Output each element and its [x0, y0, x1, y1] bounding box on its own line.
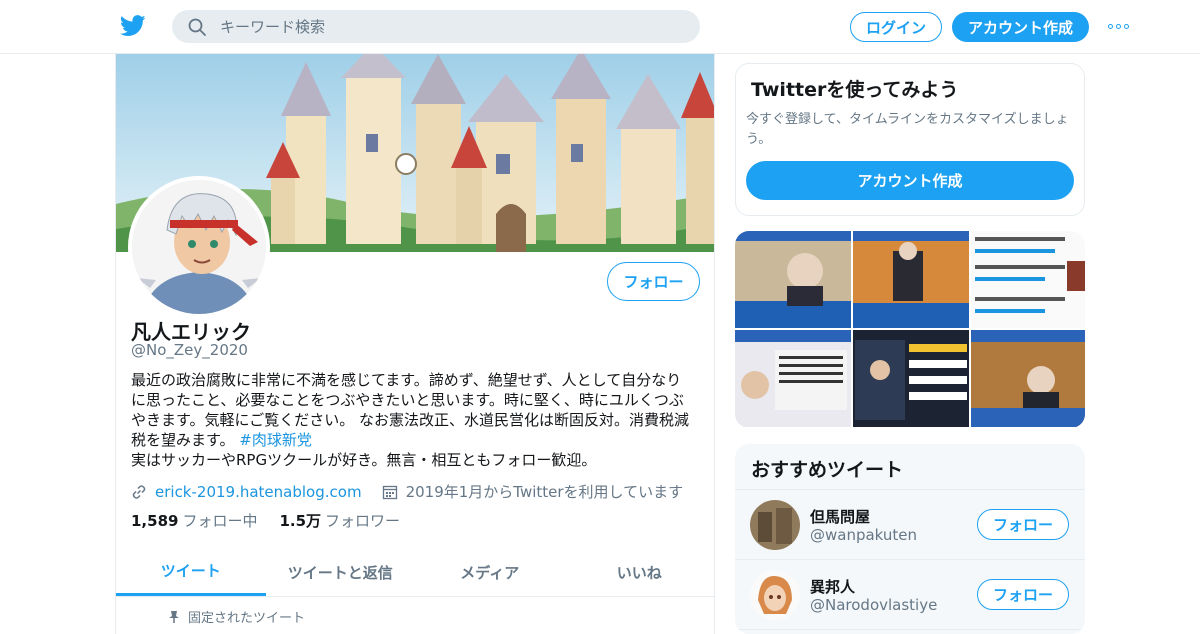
- following-label: フォロー中: [182, 512, 258, 530]
- profile-meta: erick-2019.hatenablog.com 2019年1月からTwitt…: [131, 481, 683, 502]
- recommended-name: 但馬問屋: [810, 508, 871, 526]
- pinned-text: 固定されたツイート: [188, 611, 306, 626]
- followers-stat[interactable]: 1.5万 フォロワー: [279, 510, 400, 531]
- tab-tweets[interactable]: ツイート: [116, 548, 266, 596]
- signup-card-button[interactable]: アカウント作成: [746, 161, 1074, 200]
- followers-count: 1.5万: [279, 512, 322, 530]
- recommended-name: 異邦人: [810, 578, 856, 596]
- media-thumbnail[interactable]: [735, 231, 851, 328]
- joined-date: 2019年1月からTwitterを利用しています: [405, 483, 684, 501]
- pinned-tweet-label: 固定されたツイート: [168, 607, 305, 626]
- recommended-follow-button[interactable]: フォロー: [977, 579, 1069, 610]
- media-thumbnail[interactable]: [853, 231, 969, 328]
- hashtag-link[interactable]: #肉球新党: [239, 431, 312, 449]
- recommended-item[interactable]: 但馬問屋 @wanpakuten フォロー: [735, 490, 1085, 560]
- profile-bio: 最近の政治腐敗に非常に不満を感じてます。諦めず、絶望せず、人として自分なり に思…: [131, 370, 696, 470]
- profile-stats: 1,589 フォロー中 1.5万 フォロワー: [131, 510, 400, 531]
- signup-card: Twitterを使ってみよう 今すぐ登録して、タイムラインをカスタマイズしましょ…: [735, 63, 1085, 216]
- following-count: 1,589: [131, 512, 179, 530]
- media-thumbnail[interactable]: [971, 330, 1085, 427]
- following-stat[interactable]: 1,589 フォロー中: [131, 510, 257, 531]
- login-button[interactable]: ログイン: [850, 12, 942, 42]
- recommended-title: おすすめツイート: [735, 444, 1085, 490]
- recommended-follow-button[interactable]: フォロー: [977, 509, 1069, 540]
- twitter-bird-icon[interactable]: [120, 14, 146, 38]
- bio-text: 税を望みます。: [131, 431, 235, 449]
- recommended-handle: @wanpakuten: [810, 526, 918, 544]
- top-navigation-bar: ログイン アカウント作成: [0, 0, 1200, 54]
- recommended-handle: @Narodovlastiye: [810, 596, 938, 614]
- tab-media[interactable]: メディア: [415, 548, 565, 596]
- profile-handle: @No_Zey_2020: [131, 341, 248, 359]
- website-link[interactable]: erick-2019.hatenablog.com: [155, 483, 362, 501]
- recommended-avatar[interactable]: [750, 570, 800, 620]
- signup-button[interactable]: アカウント作成: [952, 12, 1089, 42]
- link-icon: [132, 484, 146, 499]
- profile-avatar[interactable]: [128, 176, 270, 318]
- recommended-tweets: おすすめツイート 但馬問屋 @wanpakuten フォロー 異邦人 @Naro…: [735, 444, 1085, 634]
- follow-button[interactable]: フォロー: [607, 262, 700, 301]
- calendar-icon: [382, 485, 397, 499]
- bio-line: 実はサッカーやRPGツクールが好き。無言・相互ともフォロー歓迎。: [131, 451, 597, 469]
- search-input[interactable]: [220, 17, 680, 36]
- bio-line: 税を望みます。 #肉球新党: [131, 430, 696, 450]
- media-thumbnail[interactable]: [971, 231, 1085, 328]
- sidebar: Twitterを使ってみよう 今すぐ登録して、タイムラインをカスタマイズしましょ…: [735, 63, 1085, 216]
- recommended-avatar[interactable]: [750, 500, 800, 550]
- search-icon: [188, 18, 206, 36]
- bio-line: に思ったこと、必要なことをつぶやきたいと思います。時に堅く、時にユルくつぶ: [131, 391, 684, 409]
- tab-tweets-and-replies[interactable]: ツイートと返信: [266, 548, 416, 596]
- media-thumbnail[interactable]: [853, 330, 969, 427]
- tab-likes[interactable]: いいね: [565, 548, 715, 596]
- bio-line: 最近の政治腐敗に非常に不満を感じてます。諦めず、絶望せず、人として自分なり: [131, 371, 682, 389]
- profile-column: フォロー 凡人エリック @No_Zey_2020 最近の政治腐敗に非常に不満を感…: [115, 54, 715, 634]
- signup-card-title: Twitterを使ってみよう: [751, 79, 959, 101]
- bio-line: やきます。気軽にご覧ください。 なお憲法改正、水道民営化は断固反対。消費税減: [131, 411, 689, 429]
- signup-card-description: 今すぐ登録して、タイムラインをカスタマイズしましょう。: [746, 112, 1069, 147]
- recommended-item[interactable]: 異邦人 @Narodovlastiye フォロー: [735, 560, 1085, 630]
- media-grid: [735, 231, 1085, 428]
- profile-tabs: ツイート ツイートと返信 メディア いいね: [116, 548, 714, 597]
- search-box[interactable]: [172, 10, 700, 43]
- pin-icon: [169, 610, 179, 623]
- media-thumbnail[interactable]: [735, 330, 851, 427]
- more-options-icon[interactable]: [1108, 20, 1130, 32]
- followers-label: フォロワー: [325, 512, 401, 530]
